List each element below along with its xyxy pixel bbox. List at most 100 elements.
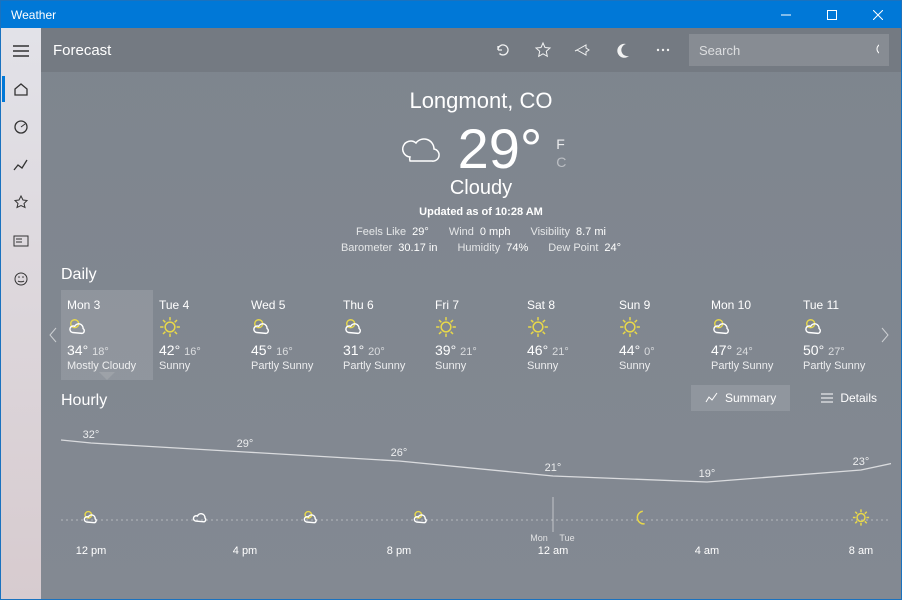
hourly-chart[interactable]: 32°29°26°21°19°23°12 pm4 pm8 pm12 am4 am… xyxy=(61,422,891,557)
hour-tick-label: 12 pm xyxy=(76,545,107,557)
sidebar-item-feedback[interactable] xyxy=(2,260,40,298)
chart-icon xyxy=(13,157,29,173)
stat-pair: Humidity74% xyxy=(457,242,528,254)
day-low: 18° xyxy=(92,346,109,358)
partly-icon xyxy=(343,316,423,338)
day-tile[interactable]: Mon 10 47°24° Partly Sunny xyxy=(705,290,797,380)
hourly-heading: Hourly xyxy=(61,392,685,410)
hour-tick-label: 8 pm xyxy=(387,545,411,557)
stat-value: 29° xyxy=(412,226,429,238)
ellipsis-icon xyxy=(654,41,672,59)
hour-temp-label: 19° xyxy=(699,468,716,480)
sidebar-item-favorites[interactable] xyxy=(2,184,40,222)
hour-temp-label: 23° xyxy=(853,456,870,468)
stat-pair: Wind0 mph xyxy=(449,226,511,238)
day-cond: Sunny xyxy=(619,360,699,372)
pin-button[interactable] xyxy=(563,30,603,70)
stat-label: Humidity xyxy=(457,242,500,254)
partly-icon xyxy=(803,316,883,338)
hour-temp-label: 29° xyxy=(237,438,254,450)
hour-tick-label: 4 pm xyxy=(233,545,257,557)
search-input[interactable] xyxy=(699,43,875,58)
hour-temp-label: 32° xyxy=(83,429,100,441)
unit-c-button[interactable]: C xyxy=(556,154,566,170)
partly-icon xyxy=(82,509,100,532)
close-button[interactable] xyxy=(855,1,901,28)
partly-icon xyxy=(711,316,791,338)
day-tile[interactable]: Sat 8 46°21° Sunny xyxy=(521,290,613,380)
day-low: 0° xyxy=(644,346,655,358)
moon-icon xyxy=(614,41,632,59)
favorite-button[interactable] xyxy=(523,30,563,70)
sidebar-item-history[interactable] xyxy=(2,146,40,184)
summary-icon xyxy=(705,392,719,404)
pin-icon xyxy=(574,41,592,59)
daily-prev-button[interactable] xyxy=(43,315,63,355)
hamburger-button[interactable] xyxy=(2,32,40,70)
minimize-button[interactable] xyxy=(763,1,809,28)
sun-icon xyxy=(435,316,515,338)
window-title: Weather xyxy=(11,8,763,22)
condition-label: Cloudy xyxy=(61,177,901,200)
day-high: 31° xyxy=(343,342,364,358)
maximize-button[interactable] xyxy=(809,1,855,28)
location-label: Longmont, CO xyxy=(61,88,901,114)
stat-pair: Barometer 30.17 in xyxy=(341,242,438,254)
stat-value: 30.17 in xyxy=(398,242,437,254)
day-high: 42° xyxy=(159,342,180,358)
day-tile[interactable]: Wed 5 45°16° Partly Sunny xyxy=(245,290,337,380)
day-high: 45° xyxy=(251,342,272,358)
smile-icon xyxy=(13,271,29,287)
partly-icon xyxy=(67,316,147,338)
hour-temp-label: 21° xyxy=(545,462,562,474)
sun-icon xyxy=(619,316,699,338)
details-icon xyxy=(820,392,834,404)
stat-label: Barometer xyxy=(341,242,392,254)
more-button[interactable] xyxy=(643,30,683,70)
current-temp: 29° xyxy=(458,116,543,181)
page-title: Forecast xyxy=(53,42,483,59)
day-high: 50° xyxy=(803,342,824,358)
stat-label: Wind xyxy=(449,226,474,238)
day-label: Thu 6 xyxy=(343,298,423,312)
search-icon xyxy=(875,42,879,58)
day-tile[interactable]: Sun 9 44°0° Sunny xyxy=(613,290,705,380)
details-button[interactable]: Details xyxy=(806,385,891,411)
refresh-button[interactable] xyxy=(483,30,523,70)
hero: Longmont, CO 29° F C Cloudy Updated as o… xyxy=(61,88,901,254)
sun-icon xyxy=(159,316,239,338)
sidebar-item-news[interactable] xyxy=(2,222,40,260)
day-tile[interactable]: Thu 6 31°20° Partly Sunny xyxy=(337,290,429,380)
day-high: 39° xyxy=(435,342,456,358)
sidebar-item-maps[interactable] xyxy=(2,108,40,146)
hour-temp-label: 26° xyxy=(391,447,408,459)
daily-heading: Daily xyxy=(61,266,901,284)
sidebar xyxy=(1,28,41,599)
search-box[interactable] xyxy=(689,34,889,66)
stat-pair: Feels Like 29° xyxy=(356,226,429,238)
day-tile[interactable]: Mon 3 34°18° Mostly Cloudy xyxy=(61,290,153,380)
star-icon xyxy=(534,41,552,59)
day-low: 21° xyxy=(552,346,569,358)
sidebar-item-forecast[interactable] xyxy=(2,70,40,108)
stat-label: Feels Like xyxy=(356,226,406,238)
day-cond: Partly Sunny xyxy=(251,360,331,372)
moon-icon xyxy=(632,509,650,532)
theme-button[interactable] xyxy=(603,30,643,70)
unit-f-button[interactable]: F xyxy=(556,136,565,152)
daily-next-button[interactable] xyxy=(875,315,895,355)
day-low: 21° xyxy=(460,346,477,358)
day-cond: Mostly Cloudy xyxy=(67,360,147,372)
stat-value: 8.7 mi xyxy=(576,226,606,238)
news-icon xyxy=(13,233,29,249)
day-tile[interactable]: Fri 7 39°21° Sunny xyxy=(429,290,521,380)
day-label: Sat 8 xyxy=(527,298,607,312)
day-tile[interactable]: Tue 4 42°16° Sunny xyxy=(153,290,245,380)
partly-icon xyxy=(302,509,320,532)
day-high: 34° xyxy=(67,342,88,358)
cloud-icon xyxy=(192,509,210,532)
toolbar: Forecast xyxy=(41,28,901,72)
day-low: 16° xyxy=(184,346,201,358)
hour-tick-label: 12 am xyxy=(538,545,569,557)
summary-button[interactable]: Summary xyxy=(691,385,790,411)
